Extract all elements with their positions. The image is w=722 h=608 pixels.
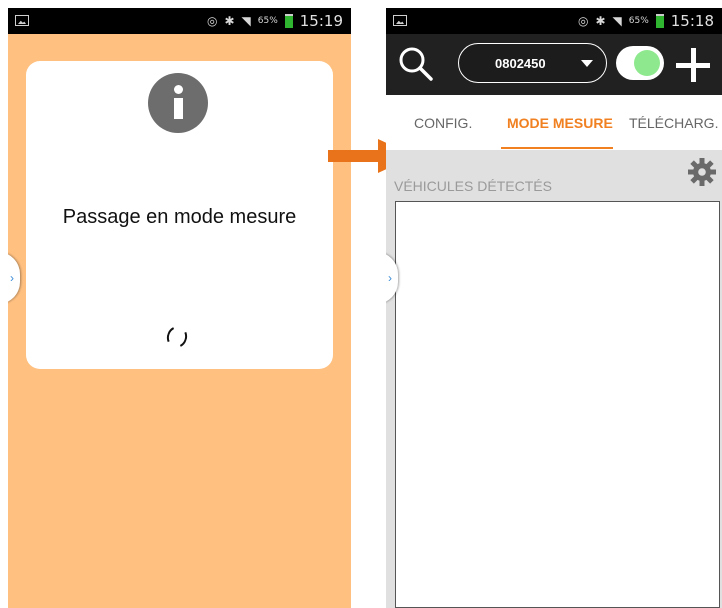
status-indicators: ◎ ✱ ◥ 65% 15:19: [207, 8, 343, 34]
wifi-icon: ◥: [612, 14, 622, 28]
loading-spinner-icon: [163, 323, 191, 351]
eye-icon: ◎: [206, 14, 218, 28]
device-id: 0802450: [495, 56, 546, 71]
tab-telechargement[interactable]: TÉLÉCHARG.: [629, 115, 718, 131]
add-icon[interactable]: [676, 48, 710, 82]
battery-icon: [655, 14, 664, 28]
battery-percent: 65%: [257, 16, 278, 26]
tab-bar: CONFIG. MODE MESURE TÉLÉCHARG.: [386, 95, 722, 150]
drawer-handle[interactable]: ›: [8, 252, 20, 304]
status-indicators: ◎ ✱ ◥ 65% 15:18: [578, 8, 714, 34]
status-bar: ◎ ✱ ◥ 65% 15:18: [386, 8, 722, 34]
connection-toggle[interactable]: [616, 46, 664, 80]
gallery-notification-icon: [393, 15, 407, 26]
bluetooth-icon: ✱: [224, 14, 235, 28]
wifi-icon: ◥: [241, 14, 251, 28]
status-bar: ◎ ✱ ◥ 65% 15:19: [8, 8, 351, 34]
section-title: VÉHICULES DÉTECTÉS: [394, 178, 552, 194]
gear-icon[interactable]: [688, 158, 716, 186]
screen-left: ◎ ✱ ◥ 65% 15:19 › Passage en mode mesure: [8, 8, 351, 608]
detected-vehicles-panel: VÉHICULES DÉTECTÉS: [386, 150, 722, 608]
dialog-message: Passage en mode mesure: [62, 206, 297, 228]
gallery-notification-icon: [15, 15, 29, 26]
tab-config[interactable]: CONFIG.: [414, 115, 472, 131]
search-icon[interactable]: [398, 46, 434, 82]
tab-mode-mesure[interactable]: MODE MESURE: [507, 115, 613, 131]
progress-dialog: Passage en mode mesure: [26, 61, 333, 369]
battery-icon: [284, 14, 293, 28]
active-tab-indicator: [501, 147, 613, 149]
app-bar: 0802450: [386, 34, 722, 95]
clock: 15:19: [299, 12, 343, 30]
vehicles-list[interactable]: [395, 201, 720, 608]
screen-right: ◎ ✱ ◥ 65% 15:18 0802450 CONFIG. MODE MES…: [386, 8, 722, 608]
bluetooth-icon: ✱: [595, 14, 606, 28]
toggle-knob: [634, 50, 660, 76]
device-selector[interactable]: 0802450: [458, 43, 607, 83]
eye-icon: ◎: [577, 14, 589, 28]
chevron-down-icon: [581, 60, 593, 67]
battery-percent: 65%: [628, 16, 649, 26]
info-icon: [148, 73, 208, 133]
clock: 15:18: [670, 12, 714, 30]
